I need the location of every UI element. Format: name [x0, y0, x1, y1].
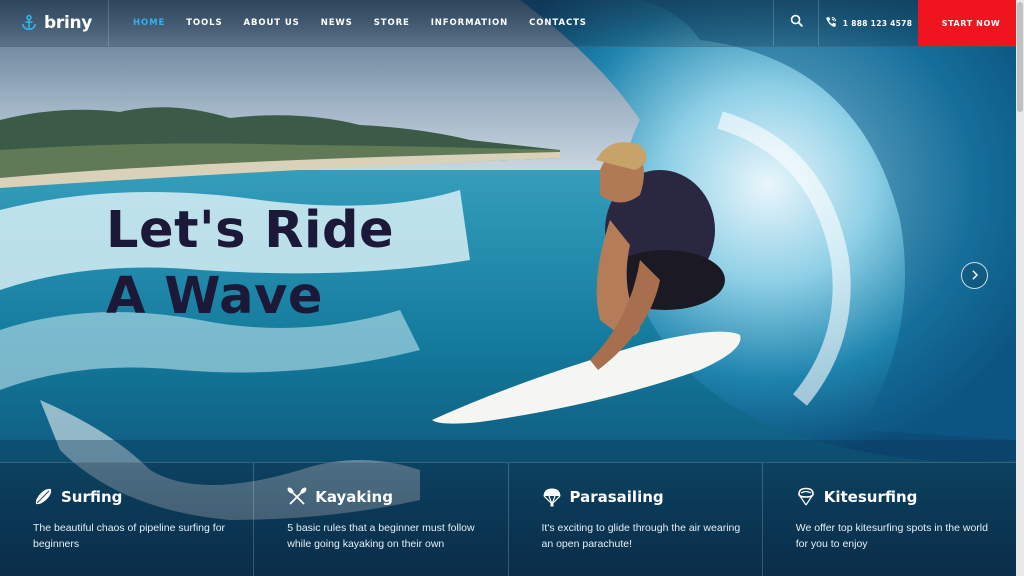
hero-title: Let's Ride A Wave — [106, 198, 394, 330]
feature-title: Kitesurfing — [823, 488, 918, 506]
search-button[interactable] — [773, 0, 819, 46]
brand-logo[interactable]: briny — [0, 0, 109, 46]
scrollbar-thumb[interactable] — [1017, 2, 1023, 112]
feature-description: We offer top kitesurfing spots in the wo… — [795, 522, 988, 550]
feature-header: Kayaking — [287, 487, 507, 507]
phone-icon — [825, 16, 837, 30]
feature-header: Surfing — [33, 487, 253, 507]
feature-title: Parasailing — [569, 488, 664, 506]
feature-title: Surfing — [61, 488, 123, 506]
feature-header: Parasailing — [542, 487, 762, 507]
feature-description: It's exciting to glide through the air w… — [541, 522, 741, 550]
feature-description: The beautiful chaos of pipeline surfing … — [33, 522, 226, 550]
search-icon — [790, 14, 803, 32]
nav-item-about-us[interactable]: ABOUT US — [244, 18, 300, 28]
feature-kayaking[interactable]: Kayaking 5 basic rules that a beginner m… — [254, 463, 509, 576]
brand-name: briny — [44, 13, 93, 33]
slider-next-button[interactable] — [961, 262, 988, 289]
feature-header: Kitesurfing — [796, 487, 1016, 507]
feature-title: Kayaking — [315, 488, 393, 506]
anchor-icon — [20, 14, 38, 32]
page-scrollbar[interactable] — [1016, 0, 1024, 576]
features-strip: Surfing The beautiful chaos of pipeline … — [0, 462, 1016, 576]
nav-item-information[interactable]: INFORMATION — [431, 18, 508, 28]
chevron-right-icon — [970, 267, 980, 285]
kite-icon — [796, 487, 816, 507]
nav-item-store[interactable]: STORE — [374, 18, 410, 28]
nav-item-home[interactable]: HOME — [133, 18, 165, 28]
phone-number: 1 888 123 4578 — [842, 18, 913, 28]
parachute-icon — [542, 487, 562, 507]
top-navbar: briny HOME TOOLS ABOUT US NEWS STORE INF… — [0, 0, 1024, 47]
hero-title-line-2: A Wave — [106, 267, 323, 326]
page: briny HOME TOOLS ABOUT US NEWS STORE INF… — [0, 0, 1024, 576]
paddles-icon — [287, 487, 307, 507]
start-now-button[interactable]: START NOW — [918, 0, 1024, 46]
feature-surfing[interactable]: Surfing The beautiful chaos of pipeline … — [0, 463, 255, 576]
surfboard-icon — [33, 487, 53, 507]
phone-contact[interactable]: 1 888 123 4578 — [819, 0, 918, 46]
hero-title-line-1: Let's Ride — [106, 201, 395, 260]
nav-item-contacts[interactable]: CONTACTS — [529, 18, 587, 28]
main-nav: HOME TOOLS ABOUT US NEWS STORE INFORMATI… — [109, 0, 773, 46]
feature-kitesurfing[interactable]: Kitesurfing We offer top kitesurfing spo… — [763, 463, 1016, 576]
feature-parasailing[interactable]: Parasailing It's exciting to glide throu… — [509, 463, 763, 576]
nav-item-tools[interactable]: TOOLS — [186, 18, 222, 28]
nav-item-news[interactable]: NEWS — [321, 18, 353, 28]
feature-description: 5 basic rules that a beginner must follo… — [287, 522, 475, 550]
